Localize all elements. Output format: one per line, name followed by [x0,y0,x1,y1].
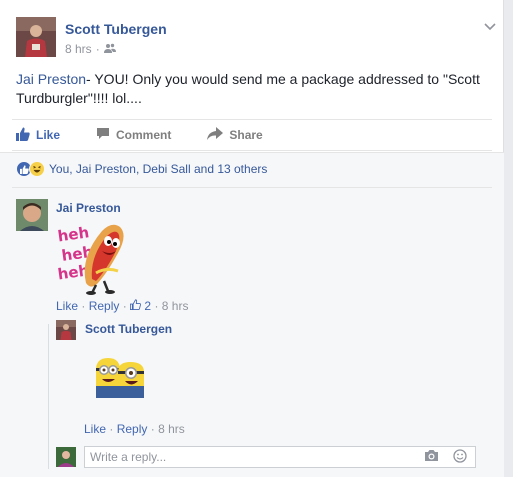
comment-icon [96,127,110,143]
haha-reaction-icon [29,161,45,177]
emoji-icon[interactable] [453,449,467,466]
reply-time[interactable]: 8 hrs [158,422,185,436]
comment-like-count[interactable]: 2 [130,299,154,313]
reply-input[interactable] [85,447,405,467]
reply-comment: Scott Tubergen Like · Reply · 8 hrs [56,320,486,438]
thumbs-up-icon [130,299,144,313]
comment-button[interactable]: Comment [92,127,171,143]
comment-reply-link[interactable]: Reply [89,299,120,313]
comment-actions: Like · Reply · 2 · 8 hrs [56,299,189,313]
reactions-text: You, Jai Preston, Debi Sall and 13 other… [49,162,268,176]
post-time[interactable]: 8 hrs [65,42,92,56]
camera-icon[interactable] [424,449,439,466]
divider [12,187,492,188]
post-text: - YOU! Only you would send me a package … [16,71,480,106]
reply-input-container [84,446,476,468]
post-header: Scott Tubergen 8 hrs · [16,12,496,58]
reply-actions: Like · Reply · 8 hrs [84,422,185,436]
minions-sticker[interactable] [88,352,152,402]
reply-reply-link[interactable]: Reply [117,422,148,436]
reply-like-link[interactable]: Like [84,422,106,436]
comment: Jai Preston heh heh heh Like · Reply · 2… [16,199,486,314]
post-author-name[interactable]: Scott Tubergen [65,21,167,37]
hotdog-sticker[interactable]: heh heh heh [56,217,136,295]
reactions-summary[interactable]: You, Jai Preston, Debi Sall and 13 other… [16,161,267,177]
post-card: Scott Tubergen 8 hrs · Jai Preston- YOU!… [0,0,504,477]
comment-time[interactable]: 8 hrs [162,299,189,313]
like-button[interactable]: Like [12,127,60,144]
share-icon [207,127,224,143]
post-body: Jai Preston- YOU! Only you would send me… [16,70,496,108]
mention-link[interactable]: Jai Preston [16,71,86,87]
reply-author[interactable]: Scott Tubergen [85,322,172,336]
comment-author[interactable]: Jai Preston [56,201,121,215]
author-avatar[interactable] [16,17,56,57]
post-actions-bar: Like Comment Share [12,119,492,151]
svg-text:heh: heh [57,223,91,245]
share-button[interactable]: Share [203,127,263,143]
reply-author-avatar[interactable] [56,320,76,340]
thumbs-up-icon [16,127,30,144]
current-user-avatar [56,447,76,467]
post-meta: 8 hrs · [65,42,116,56]
chevron-down-icon[interactable] [484,18,496,34]
commenter-avatar[interactable] [16,199,48,231]
page-background [504,0,513,477]
friends-icon[interactable] [103,42,116,56]
thread-line [48,324,49,469]
comment-like-link[interactable]: Like [56,299,78,313]
